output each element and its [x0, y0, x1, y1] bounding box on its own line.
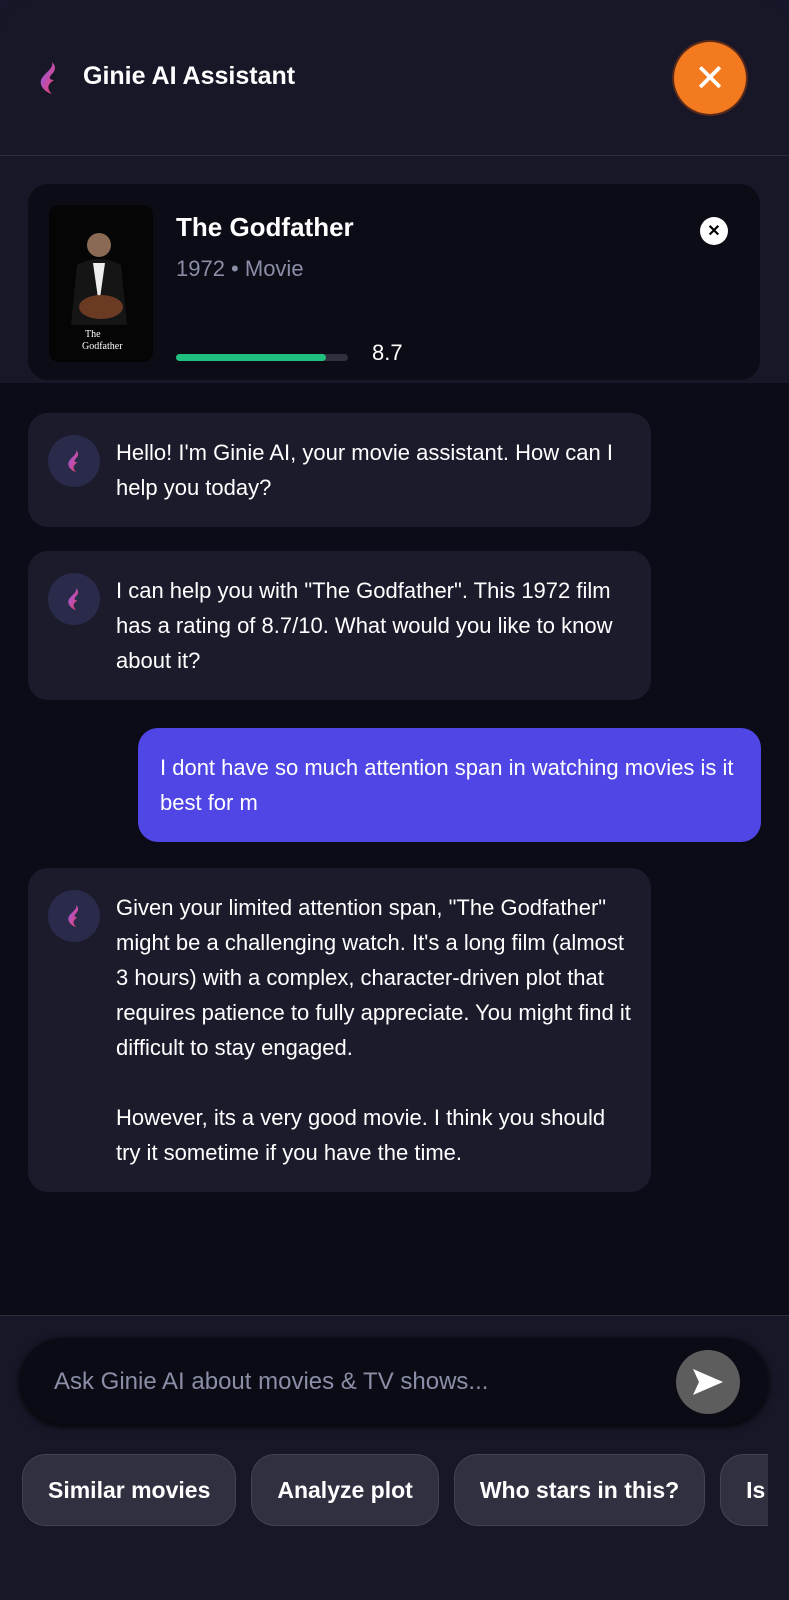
send-icon [693, 1369, 723, 1395]
footer: Ask Ginie AI about movies & TV shows... … [0, 1315, 789, 1600]
close-icon: ✕ [707, 223, 721, 240]
assistant-avatar-icon [48, 890, 100, 942]
movie-title: The Godfather [176, 212, 354, 242]
header: Ginie AI Assistant ✕ [0, 0, 789, 156]
input-placeholder: Ask Ginie AI about movies & TV shows... [54, 1368, 489, 1395]
assistant-message: Hello! I'm Ginie AI, your movie assistan… [28, 413, 651, 527]
assistant-avatar-icon [48, 435, 100, 487]
assistant-avatar-icon [48, 573, 100, 625]
svg-text:The: The [85, 329, 101, 340]
chat-area: Hello! I'm Ginie AI, your movie assistan… [0, 383, 789, 1315]
message-text: I dont have so much attention span in wa… [160, 755, 734, 815]
chat-input[interactable]: Ask Ginie AI about movies & TV shows... [20, 1338, 768, 1424]
movie-context: The Godfather The Godfather 1972 • Movie … [0, 157, 789, 383]
assistant-message: I can help you with "The Godfather". Thi… [28, 551, 651, 700]
chip-analyze-plot[interactable]: Analyze plot [251, 1454, 439, 1526]
user-message: I dont have so much attention span in wa… [138, 728, 761, 842]
assistant-message: Given your limited attention span, "The … [28, 868, 651, 1192]
message-text: Given your limited attention span, "The … [116, 895, 631, 1060]
suggestion-chips: Similar movies Analyze plot Who stars in t… [22, 1454, 768, 1526]
rating-bar [176, 354, 348, 361]
movie-card: The Godfather The Godfather 1972 • Movie … [28, 184, 760, 380]
rating-value: 8.7 [372, 340, 403, 365]
rating-bar-fill [176, 354, 326, 361]
remove-movie-button[interactable]: ✕ [700, 217, 728, 245]
message-text: However, its a very good movie. I think … [116, 1105, 606, 1165]
chip-more[interactable]: Is [720, 1454, 768, 1526]
svg-text:Godfather: Godfather [82, 341, 123, 352]
chip-who-stars[interactable]: Who stars in this? [453, 1454, 706, 1526]
ginie-logo-icon [40, 62, 55, 94]
message-text: Hello! I'm Ginie AI, your movie assistan… [116, 440, 613, 500]
chip-similar-movies[interactable]: Similar movies [22, 1454, 237, 1526]
header-title: Ginie AI Assistant [83, 62, 296, 90]
send-button[interactable] [676, 1350, 740, 1414]
close-icon: ✕ [694, 57, 726, 100]
close-button[interactable]: ✕ [674, 42, 746, 114]
movie-poster: The Godfather [49, 205, 153, 362]
movie-meta: 1972 • Movie [176, 256, 304, 281]
message-text: I can help you with "The Godfather". Thi… [116, 578, 613, 673]
